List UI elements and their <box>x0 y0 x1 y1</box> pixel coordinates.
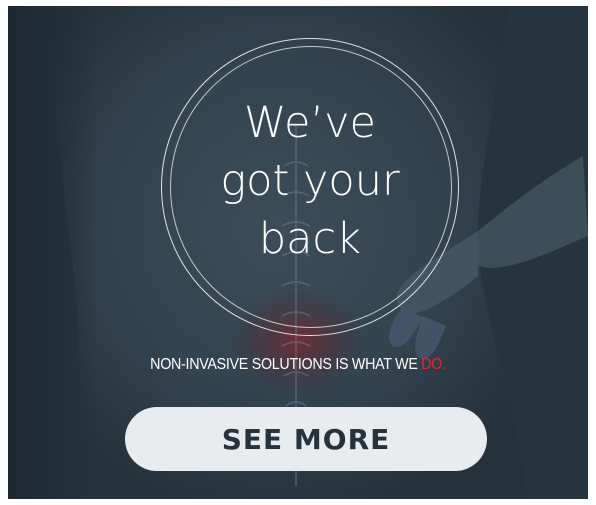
headline-line: We’ve <box>243 98 377 148</box>
headline-line: got your <box>220 156 400 206</box>
tagline-text: NON-INVASIVE SOLUTIONS IS WHAT WE <box>150 356 422 373</box>
tagline-accent: DO. <box>421 356 446 373</box>
headline-line: back <box>258 214 362 264</box>
headline: We’ve got your back <box>161 94 459 268</box>
back-pain-ad-banner[interactable]: We’ve got your back NON-INVASIVE SOLUTIO… <box>8 6 588 499</box>
tagline: NON-INVASIVE SOLUTIONS IS WHAT WE DO. <box>31 356 565 374</box>
see-more-button[interactable]: SEE MORE <box>125 407 487 471</box>
